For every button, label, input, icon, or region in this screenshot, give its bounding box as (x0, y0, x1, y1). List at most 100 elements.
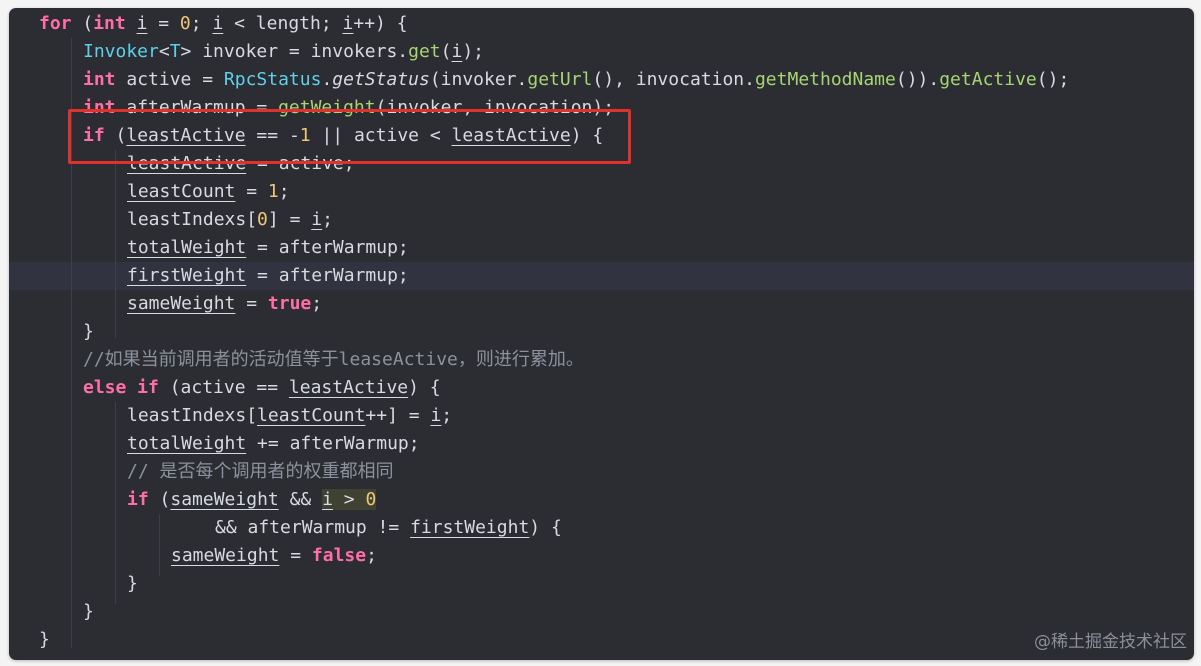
code-token: leastIndexs[ (127, 209, 258, 230)
code-token: getUrl (527, 69, 593, 90)
code-line[interactable]: } (9, 570, 1194, 598)
code-token: totalWeight (127, 237, 247, 258)
code-text: } (83, 318, 94, 346)
code-token: > (332, 489, 366, 510)
code-token: ( (71, 13, 94, 34)
code-token: (); (1036, 69, 1070, 90)
code-text: int active = RpcStatus.getStatus(invoker… (83, 66, 1069, 94)
code-text: } (83, 598, 94, 626)
code-token: if (127, 489, 149, 510)
code-line[interactable]: totalWeight = afterWarmup; (9, 234, 1194, 262)
code-token: ) { (408, 377, 441, 398)
code-token: getStatus (332, 69, 430, 90)
code-token: leastActive (288, 377, 409, 398)
code-token: //如果当前调用者的活动值等于leaseActive，则进行累加。 (83, 349, 584, 370)
code-text: else if (active == leastActive) { (83, 374, 441, 402)
code-token: for (39, 13, 72, 34)
code-line[interactable]: // 是否每个调用者的权重都相同 (9, 458, 1194, 486)
code-token: firstWeight (410, 517, 530, 538)
code-text: // 是否每个调用者的权重都相同 (127, 458, 394, 486)
indent-guide (159, 514, 160, 576)
code-text: } (39, 626, 50, 654)
code-text: for (int i = 0; i < length; i++) { (39, 10, 408, 38)
code-token: 1 (267, 181, 279, 202)
watermark: @稀土掘金技术社区 (1034, 632, 1187, 652)
code-token: } (83, 321, 94, 342)
code-token: // 是否每个调用者的权重都相同 (127, 461, 394, 482)
code-token: = (147, 13, 180, 34)
code-token: += afterWarmup; (246, 433, 420, 454)
code-token: ; (322, 209, 333, 230)
code-token: totalWeight (127, 433, 247, 454)
code-token: < (158, 41, 170, 62)
code-token: ++] = (365, 405, 431, 426)
code-line[interactable]: } (9, 598, 1194, 626)
code-line[interactable]: && afterWarmup != firstWeight) { (9, 514, 1194, 542)
code-token: i (451, 41, 463, 62)
highlight-box (68, 109, 631, 164)
indent-guide (115, 402, 116, 604)
code-token: } (39, 629, 50, 650)
code-line[interactable]: if (sameWeight && i > 0 (9, 486, 1194, 514)
code-line[interactable]: leastCount = 1; (9, 178, 1194, 206)
code-token: = (279, 545, 312, 566)
code-token: ] = (267, 209, 312, 230)
code-token: int (93, 13, 126, 34)
code-token: i (430, 405, 442, 426)
code-token: false (311, 545, 367, 566)
code-line[interactable]: leastIndexs[leastCount++] = i; (9, 402, 1194, 430)
code-token: getMethodName (754, 69, 896, 90)
code-line[interactable]: } (9, 626, 1194, 654)
code-token: get (408, 41, 441, 62)
code-token: = (235, 293, 268, 314)
code-text: leastCount = 1; (127, 178, 290, 206)
code-token: firstWeight (127, 265, 247, 286)
code-line[interactable]: else if (active == leastActive) { (9, 374, 1194, 402)
code-line[interactable]: Invoker<T> invoker = invokers.get(i); (9, 38, 1194, 66)
code-line[interactable]: sameWeight = true; (9, 290, 1194, 318)
code-token: 0 (365, 489, 377, 510)
code-text: leastIndexs[leastCount++] = i; (127, 402, 452, 430)
code-token: int (83, 69, 116, 90)
code-token: i (342, 13, 354, 34)
code-token: ; (441, 405, 453, 426)
code-token: (), invocation. (592, 69, 755, 90)
code-token: ++) { (353, 13, 408, 34)
code-line[interactable]: totalWeight += afterWarmup; (9, 430, 1194, 458)
code-line[interactable]: for (int i = 0; i < length; i++) { (9, 10, 1194, 38)
code-line[interactable]: sameWeight = false; (9, 542, 1194, 570)
code-token: RpcStatus (223, 69, 322, 90)
code-line[interactable]: leastIndexs[0] = i; (9, 206, 1194, 234)
code-token: ()). (895, 69, 940, 90)
code-token: ); (462, 41, 485, 62)
code-token: ( (148, 489, 171, 510)
code-line[interactable]: } (9, 318, 1194, 346)
code-line[interactable]: //如果当前调用者的活动值等于leaseActive，则进行累加。 (9, 346, 1194, 374)
code-token: sameWeight (170, 489, 279, 510)
code-token: ; (278, 181, 290, 202)
code-text: sameWeight = true; (127, 290, 322, 318)
code-token: leastIndexs[ (127, 405, 258, 426)
code-text: leastIndexs[0] = i; (127, 206, 333, 234)
code-token: Invoker (83, 41, 159, 62)
code-token: && (278, 489, 323, 510)
code-token: T (169, 41, 181, 62)
code-token: getActive (939, 69, 1037, 90)
code-token: && afterWarmup != (215, 517, 411, 538)
indent-guide (115, 150, 116, 338)
code-text: totalWeight += afterWarmup; (127, 430, 420, 458)
code-token: true (267, 293, 312, 314)
code-line[interactable]: firstWeight = afterWarmup; (9, 262, 1194, 290)
code-token: ) { (529, 517, 562, 538)
code-editor[interactable]: for (int i = 0; i < length; i++) {Invoke… (9, 8, 1194, 660)
code-token: else if (83, 377, 159, 398)
code-token: > invoker = invokers. (180, 41, 409, 62)
code-token: ( (440, 41, 452, 62)
code-line[interactable]: int active = RpcStatus.getStatus(invoker… (9, 66, 1194, 94)
code-text: totalWeight = afterWarmup; (127, 234, 409, 262)
code-token: } (83, 601, 94, 622)
code-token: ; (366, 545, 377, 566)
code-token: . (321, 69, 333, 90)
code-token: = afterWarmup; (246, 265, 409, 286)
